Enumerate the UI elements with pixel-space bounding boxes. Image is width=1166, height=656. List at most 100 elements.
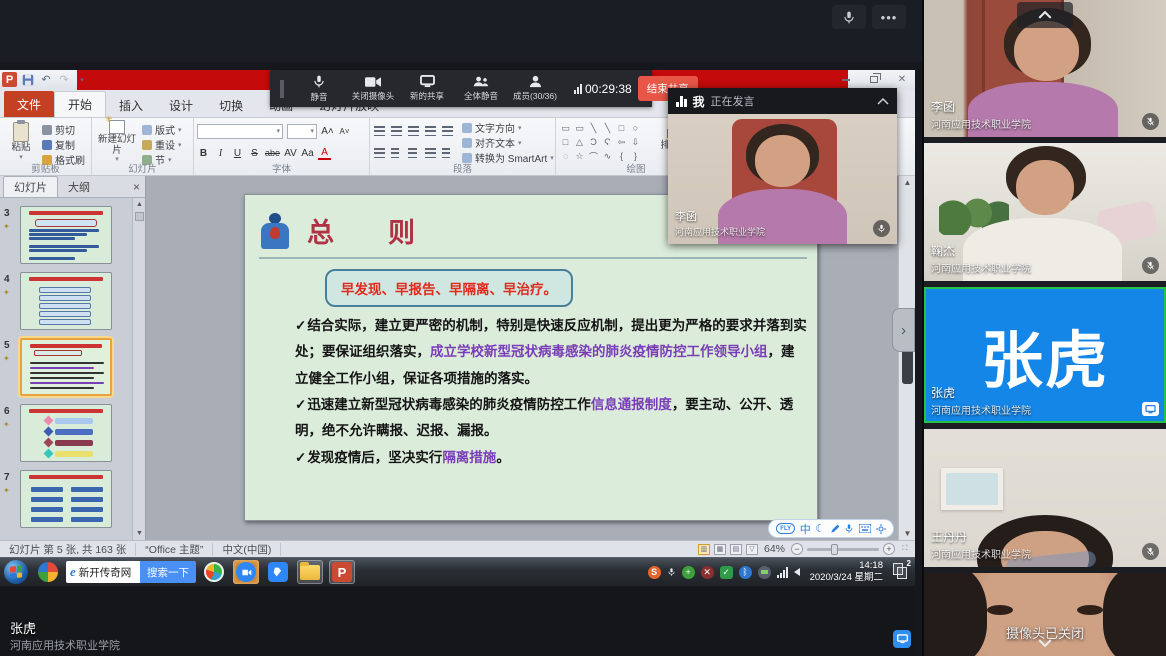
view-reading-button[interactable]: ▤: [730, 544, 742, 555]
font-style-button[interactable]: S: [248, 146, 261, 160]
slide-thumbnail-7[interactable]: 7✦: [20, 470, 131, 528]
clipboard-item[interactable]: 剪切: [42, 122, 85, 137]
save-icon[interactable]: [21, 73, 35, 87]
next-slide-flyout-button[interactable]: ›: [892, 308, 915, 352]
view-sorter-button[interactable]: ▦: [714, 544, 726, 555]
minimize-button[interactable]: [837, 73, 855, 86]
slide-thumbnail-3[interactable]: 3✦: [20, 206, 131, 264]
align-button[interactable]: [373, 147, 386, 159]
taskbar-app-colorwheel[interactable]: [35, 560, 61, 584]
zoom-out-button[interactable]: −: [791, 543, 803, 555]
undo-icon[interactable]: ↶: [39, 73, 53, 87]
restore-button[interactable]: [865, 73, 883, 86]
bluetooth-icon[interactable]: ᛒ: [739, 566, 752, 579]
sidebar-collapse-button[interactable]: [1017, 2, 1073, 28]
list-button[interactable]: [441, 125, 454, 137]
start-button[interactable]: [4, 560, 28, 584]
participant-tile-李函[interactable]: 李函河南应用技术职业学院: [924, 0, 1166, 137]
align-button[interactable]: [407, 147, 420, 159]
sogou-icon[interactable]: S: [648, 566, 661, 579]
collapse-chevron-up-icon[interactable]: [877, 92, 889, 110]
participant-tile[interactable]: 摄像头已关闭: [924, 573, 1166, 656]
font-style-button[interactable]: B: [197, 146, 210, 160]
zoom-in-button[interactable]: +: [883, 543, 895, 555]
shrink-font-button[interactable]: A˅: [338, 124, 351, 138]
slide-thumbnail-5[interactable]: 5✦: [20, 338, 131, 396]
meeting-share-button[interactable]: 新的共享: [400, 75, 454, 102]
ime-keyboard-icon[interactable]: [859, 524, 871, 533]
tray-shield-icon[interactable]: ✓: [720, 566, 733, 579]
scroll-down-icon[interactable]: ▼: [135, 529, 144, 538]
fit-to-window-button[interactable]: ⛶: [899, 544, 911, 555]
ribbon-tab[interactable]: 文件: [4, 91, 54, 117]
view-slideshow-button[interactable]: ▽: [746, 544, 758, 555]
zoom-slider-thumb[interactable]: [831, 544, 838, 555]
paragraph-item[interactable]: 对齐文本▾: [462, 135, 554, 150]
meeting-mic-button[interactable]: 静音: [292, 74, 346, 103]
screen-share-indicator-icon[interactable]: [893, 630, 911, 648]
paste-button[interactable]: 粘贴▾: [3, 120, 39, 164]
font-style-button[interactable]: U: [231, 146, 244, 160]
battery-icon[interactable]: [758, 566, 771, 579]
slide-thumbnail-6[interactable]: 6✦: [20, 404, 131, 462]
taskbar-app-powerpoint[interactable]: P: [329, 560, 355, 584]
editor-scrollbar[interactable]: ▲ ▼: [898, 176, 915, 540]
tab-outline[interactable]: 大纲: [58, 177, 100, 197]
slides-item[interactable]: 版式▾: [142, 122, 182, 137]
network-signal-icon[interactable]: [777, 567, 788, 578]
language-indicator[interactable]: 中文(中国): [213, 543, 281, 556]
ribbon-tab[interactable]: 开始: [54, 91, 106, 117]
panel-scrollbar[interactable]: ▲ ▼: [132, 198, 145, 540]
volume-icon[interactable]: [794, 568, 800, 576]
scroll-down-icon[interactable]: ▼: [902, 528, 913, 539]
align-button[interactable]: [424, 147, 437, 159]
taskbar-app-explorer[interactable]: [297, 560, 323, 584]
tray-mic-icon[interactable]: [667, 566, 676, 578]
font-style-button[interactable]: Aa: [301, 146, 314, 160]
tab-slides[interactable]: 幻灯片: [3, 176, 58, 197]
slide-thumbnail-4[interactable]: 4✦: [20, 272, 131, 330]
ribbon-tab[interactable]: 切换: [206, 93, 256, 117]
font-style-button[interactable]: AV: [284, 146, 297, 160]
clipboard-item[interactable]: 复制: [42, 137, 85, 152]
font-style-button[interactable]: I: [214, 146, 227, 160]
taskbar-clock[interactable]: 14:18 2020/3/24 星期二: [810, 560, 883, 584]
scroll-up-icon[interactable]: ▲: [135, 200, 144, 209]
list-button[interactable]: [424, 125, 437, 137]
stage-mic-button[interactable]: [832, 5, 866, 29]
chevron-down-icon[interactable]: [1038, 634, 1052, 652]
shapes-gallery[interactable]: ▭▭╲╲□○ □△ϽϚ⇦⇩ ◌☆⌒∿{}: [559, 122, 642, 163]
panel-close-icon[interactable]: ×: [133, 180, 140, 194]
list-button[interactable]: [390, 125, 403, 137]
list-button[interactable]: [407, 125, 420, 137]
font-name-select[interactable]: ▾: [197, 124, 283, 139]
ribbon-tab[interactable]: 插入: [106, 93, 156, 117]
meeting-camera-button[interactable]: 关闭摄像头: [346, 76, 400, 102]
participant-tile-张虎[interactable]: 张虎张虎河南应用技术职业学院: [924, 287, 1166, 423]
theme-name[interactable]: “Office 主题”: [136, 543, 213, 556]
participant-tile-王丹丹[interactable]: 王丹丹河南应用技术职业学院: [924, 429, 1166, 567]
taskbar-app-browser[interactable]: [201, 560, 227, 584]
meeting-muteall-button[interactable]: 全体静音: [454, 75, 508, 102]
new-slide-button[interactable]: 新建幻灯片▾: [95, 120, 139, 164]
ime-mic-icon[interactable]: [844, 523, 854, 534]
meeting-members-button[interactable]: 成员(30/36): [508, 75, 562, 102]
view-normal-button[interactable]: ▥: [698, 544, 710, 555]
taskbar-app-phone[interactable]: [265, 560, 291, 584]
ime-night-icon[interactable]: ☾: [815, 522, 825, 535]
font-style-button[interactable]: abe: [265, 146, 280, 160]
zoom-slider[interactable]: [807, 548, 879, 551]
search-box[interactable]: e 新开传奇网: [66, 561, 140, 583]
redo-icon[interactable]: ↷: [57, 73, 71, 87]
show-desktop-button[interactable]: 2: [893, 563, 909, 581]
ime-settings-gear-icon[interactable]: [876, 524, 886, 534]
qat-dropdown-icon[interactable]: ▾: [75, 73, 89, 87]
ribbon-tab[interactable]: 设计: [156, 93, 206, 117]
search-go-button[interactable]: 搜索一下: [140, 561, 196, 583]
align-button[interactable]: [390, 147, 403, 159]
ime-lang-toggle[interactable]: 中: [800, 521, 811, 537]
ime-logo[interactable]: FLY: [776, 523, 795, 534]
slides-item[interactable]: 重设▾: [142, 137, 182, 152]
font-size-select[interactable]: ▾: [287, 124, 317, 139]
tray-plus-icon[interactable]: +: [682, 566, 695, 579]
